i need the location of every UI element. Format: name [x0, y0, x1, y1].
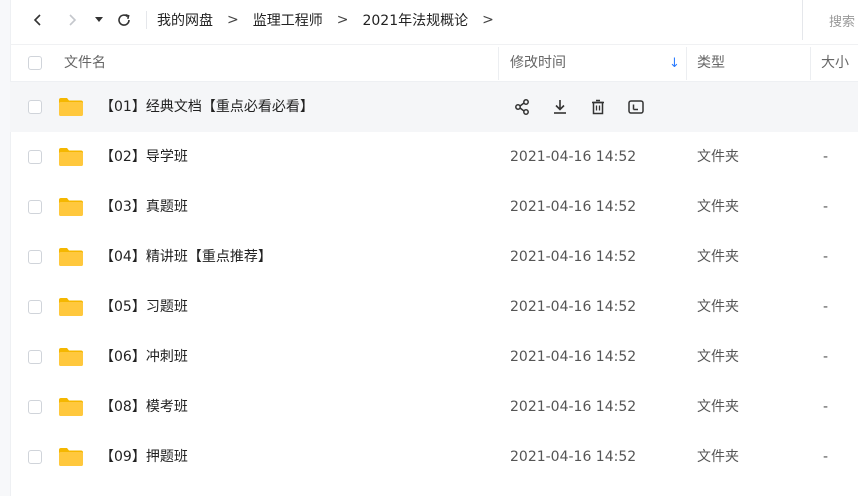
file-type: 文件夹: [697, 199, 739, 215]
forward-button[interactable]: [58, 6, 86, 34]
column-divider: [810, 47, 811, 80]
toolbar-divider: [146, 11, 147, 29]
folder-icon: [58, 447, 84, 467]
navigation-toolbar: 我的网盘 > 监理工程师 > 2021年法规概论 > 搜索: [10, 0, 858, 40]
file-row[interactable]: 【04】精讲班【重点推荐】 2021-04-16 14:52 文件夹 -: [10, 232, 858, 282]
file-name[interactable]: 【08】模考班: [100, 382, 188, 432]
breadcrumb-item-current[interactable]: 2021年法规概论: [362, 10, 468, 30]
breadcrumb-separator: >: [336, 12, 349, 28]
column-divider: [498, 47, 499, 80]
sort-desc-icon[interactable]: ↓: [669, 45, 680, 82]
file-type: 文件夹: [697, 149, 739, 165]
modified-time: 2021-04-16 14:52: [510, 449, 637, 465]
file-type: 文件夹: [697, 449, 739, 465]
row-checkbox[interactable]: [28, 100, 42, 114]
file-browser-window: 我的网盘 > 监理工程师 > 2021年法规概论 > 搜索 文件名 修改时间 ↓…: [0, 0, 858, 496]
row-checkbox[interactable]: [28, 250, 42, 264]
row-checkbox[interactable]: [28, 450, 42, 464]
file-list-header: 文件名 修改时间 ↓ 类型 大小: [10, 44, 858, 82]
search-label: 搜索: [829, 14, 856, 30]
refresh-icon: [118, 14, 130, 26]
search-box[interactable]: 搜索: [802, 0, 858, 40]
breadcrumb-item-root[interactable]: 我的网盘: [157, 10, 213, 30]
share-button[interactable]: [510, 95, 534, 119]
select-all-checkbox[interactable]: [28, 56, 42, 70]
file-size: -: [823, 349, 829, 365]
column-header-name[interactable]: 文件名: [64, 45, 106, 82]
file-row[interactable]: 【08】模考班 2021-04-16 14:52 文件夹 -: [10, 382, 858, 432]
file-name[interactable]: 【05】习题班: [100, 282, 188, 332]
folder-icon: [58, 347, 84, 367]
row-action-bar: [510, 95, 648, 119]
file-size: -: [823, 149, 829, 165]
file-size: -: [823, 449, 829, 465]
breadcrumb-expand-arrow[interactable]: >: [482, 12, 494, 28]
modified-time: 2021-04-16 14:52: [510, 349, 637, 365]
folder-icon: [58, 247, 84, 267]
folder-icon: [58, 397, 84, 417]
breadcrumb-separator: >: [227, 12, 239, 28]
folder-icon: [58, 297, 84, 317]
chevron-right-icon: [69, 14, 77, 26]
download-icon: [551, 98, 569, 116]
column-header-type[interactable]: 类型: [697, 45, 725, 82]
modified-time: 2021-04-16 14:52: [510, 249, 637, 265]
breadcrumb-item-folder[interactable]: 监理工程师: [253, 10, 323, 30]
share-icon: [513, 98, 531, 116]
download-button[interactable]: [548, 95, 572, 119]
file-size: -: [823, 249, 829, 265]
row-checkbox[interactable]: [28, 200, 42, 214]
rename-button[interactable]: [624, 95, 648, 119]
rename-icon: [627, 98, 645, 116]
file-name[interactable]: 【04】精讲班【重点推荐】: [100, 232, 272, 282]
file-name[interactable]: 【09】押题班: [100, 432, 188, 482]
file-name[interactable]: 【01】经典文档【重点必看必看】: [100, 82, 314, 132]
file-type: 文件夹: [697, 249, 739, 265]
file-name[interactable]: 【03】真题班: [100, 182, 188, 232]
modified-time: 2021-04-16 14:52: [510, 399, 637, 415]
refresh-button[interactable]: [110, 6, 138, 34]
file-row[interactable]: 【06】冲刺班 2021-04-16 14:52 文件夹 -: [10, 332, 858, 382]
row-checkbox[interactable]: [28, 300, 42, 314]
file-row[interactable]: 【05】习题班 2021-04-16 14:52 文件夹 -: [10, 282, 858, 332]
modified-time: 2021-04-16 14:52: [510, 299, 637, 315]
column-divider: [686, 47, 687, 80]
file-size: -: [823, 399, 829, 415]
file-name[interactable]: 【06】冲刺班: [100, 332, 188, 382]
file-row[interactable]: 【01】经典文档【重点必看必看】: [10, 82, 858, 132]
column-header-size[interactable]: 大小: [821, 45, 849, 82]
column-header-modified[interactable]: 修改时间: [510, 45, 566, 82]
file-type: 文件夹: [697, 349, 739, 365]
row-checkbox[interactable]: [28, 350, 42, 364]
file-size: -: [823, 199, 829, 215]
modified-time: 2021-04-16 14:52: [510, 149, 637, 165]
folder-icon: [58, 147, 84, 167]
delete-icon: [589, 98, 607, 116]
file-row[interactable]: 【02】导学班 2021-04-16 14:52 文件夹 -: [10, 132, 858, 182]
caret-down-icon: [95, 17, 103, 22]
row-checkbox[interactable]: [28, 400, 42, 414]
file-type: 文件夹: [697, 299, 739, 315]
modified-time: 2021-04-16 14:52: [510, 199, 637, 215]
back-button[interactable]: [24, 6, 52, 34]
row-checkbox[interactable]: [28, 150, 42, 164]
chevron-left-icon: [33, 14, 41, 26]
folder-icon: [58, 197, 84, 217]
file-type: 文件夹: [697, 399, 739, 415]
delete-button[interactable]: [586, 95, 610, 119]
history-dropdown-button[interactable]: [90, 6, 108, 34]
file-row[interactable]: 【09】押题班 2021-04-16 14:52 文件夹 -: [10, 432, 858, 482]
file-name[interactable]: 【02】导学班: [100, 132, 188, 182]
file-size: -: [823, 299, 829, 315]
folder-icon: [58, 97, 84, 117]
file-row[interactable]: 【03】真题班 2021-04-16 14:52 文件夹 -: [10, 182, 858, 232]
